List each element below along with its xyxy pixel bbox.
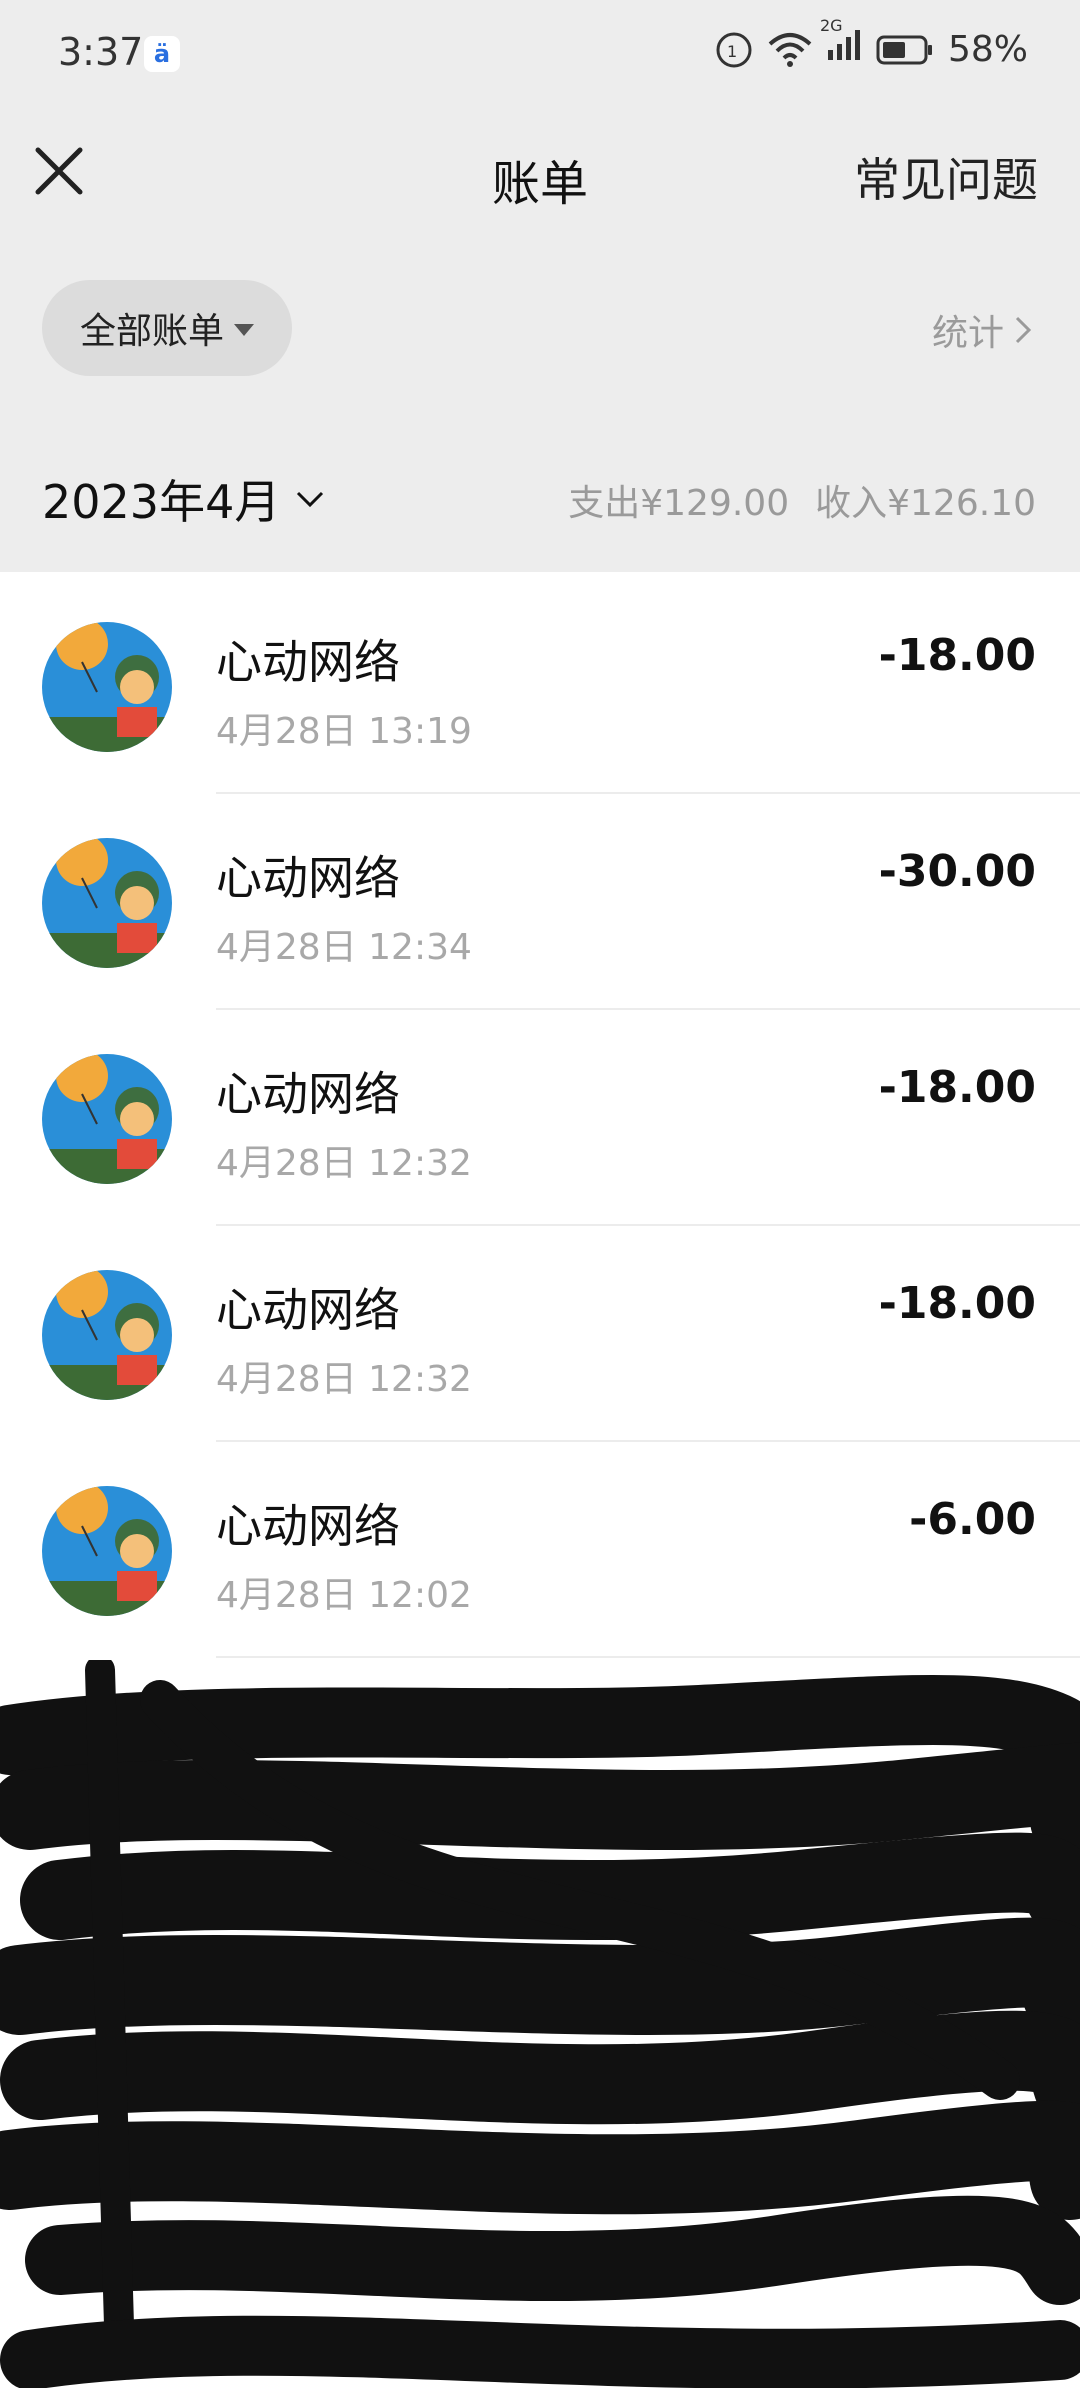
transaction-amount: -30.00 xyxy=(878,846,1036,897)
redaction-scribble xyxy=(0,1660,1080,2388)
merchant-avatar xyxy=(42,1270,172,1400)
top-bar: 账单 常见问题 xyxy=(0,110,1080,239)
transaction-amount: -6.00 xyxy=(909,1494,1036,1545)
all-bills-label: 全部账单 xyxy=(79,311,224,352)
month-row: 2023年4月 支出¥129.00 收入¥126.10 xyxy=(0,422,1080,572)
income-total: 收入¥126.10 xyxy=(815,483,1036,524)
close-button[interactable] xyxy=(24,136,94,206)
merchant-name: 心动网络 xyxy=(216,635,400,689)
merchant-name: 心动网络 xyxy=(216,1283,400,1337)
transaction-row[interactable]: 心动网络 4月28日 12:02 -6.00 xyxy=(0,1442,1080,1658)
transaction-amount: -18.00 xyxy=(878,1278,1036,1329)
merchant-avatar xyxy=(42,1486,172,1616)
battery-icon xyxy=(876,35,932,64)
transaction-time: 4月28日 12:32 xyxy=(216,1143,472,1184)
chevron-right-icon xyxy=(1015,316,1032,344)
battery-level: 58% xyxy=(947,29,1028,70)
month-label: 2023年4月 xyxy=(42,475,281,529)
filter-row: 全部账单 统计 xyxy=(0,238,1080,423)
close-icon xyxy=(35,147,83,195)
transaction-amount: -18.00 xyxy=(878,1062,1036,1113)
transaction-amount: -18.00 xyxy=(878,630,1036,681)
status-time: 3:37 xyxy=(58,30,144,74)
merchant-name: 心动网络 xyxy=(216,1499,400,1553)
svg-text:1: 1 xyxy=(727,42,737,61)
transaction-row[interactable]: 心动网络 4月28日 12:34 -30.00 xyxy=(0,794,1080,1010)
transaction-time: 4月28日 12:02 xyxy=(216,1575,472,1616)
chevron-down-icon xyxy=(297,491,324,508)
merchant-avatar xyxy=(42,622,172,752)
merchant-avatar xyxy=(42,838,172,968)
all-bills-filter[interactable]: 全部账单 xyxy=(42,280,292,376)
month-picker[interactable]: 2023年4月 xyxy=(42,466,326,532)
transaction-row[interactable]: 心动网络 4月28日 12:32 -18.00 xyxy=(0,1226,1080,1442)
transaction-time: 4月28日 12:34 xyxy=(216,927,472,968)
signal-indicator: 2G xyxy=(820,16,862,71)
merchant-name: 心动网络 xyxy=(216,1067,400,1121)
transaction-time: 4月28日 12:32 xyxy=(216,1359,472,1400)
transaction-row[interactable]: 心动网络 4月28日 12:32 -18.00 xyxy=(0,1010,1080,1226)
status-bar: 3:37 ä 1 2G 58% xyxy=(0,0,1080,110)
sync-icon: 1 xyxy=(716,32,752,67)
merchant-name: 心动网络 xyxy=(216,851,400,905)
expense-total: 支出¥129.00 xyxy=(568,483,790,524)
merchant-avatar xyxy=(42,1054,172,1184)
month-summary: 支出¥129.00 收入¥126.10 xyxy=(568,474,1036,526)
transaction-row[interactable]: 心动网络 4月28日 13:19 -18.00 xyxy=(0,578,1080,794)
network-type: 2G xyxy=(819,16,843,35)
caret-down-icon xyxy=(234,324,254,336)
wifi-icon xyxy=(768,32,812,67)
baidu-icon: ä xyxy=(144,36,180,72)
transaction-time: 4月28日 13:19 xyxy=(216,711,472,752)
status-icons: 1 2G 58% xyxy=(714,16,1028,71)
stats-label: 统计 xyxy=(931,313,1004,354)
divider xyxy=(216,1656,1080,1658)
stats-link[interactable]: 统计 xyxy=(932,304,1034,356)
faq-link[interactable]: 常见问题 xyxy=(854,144,1038,210)
